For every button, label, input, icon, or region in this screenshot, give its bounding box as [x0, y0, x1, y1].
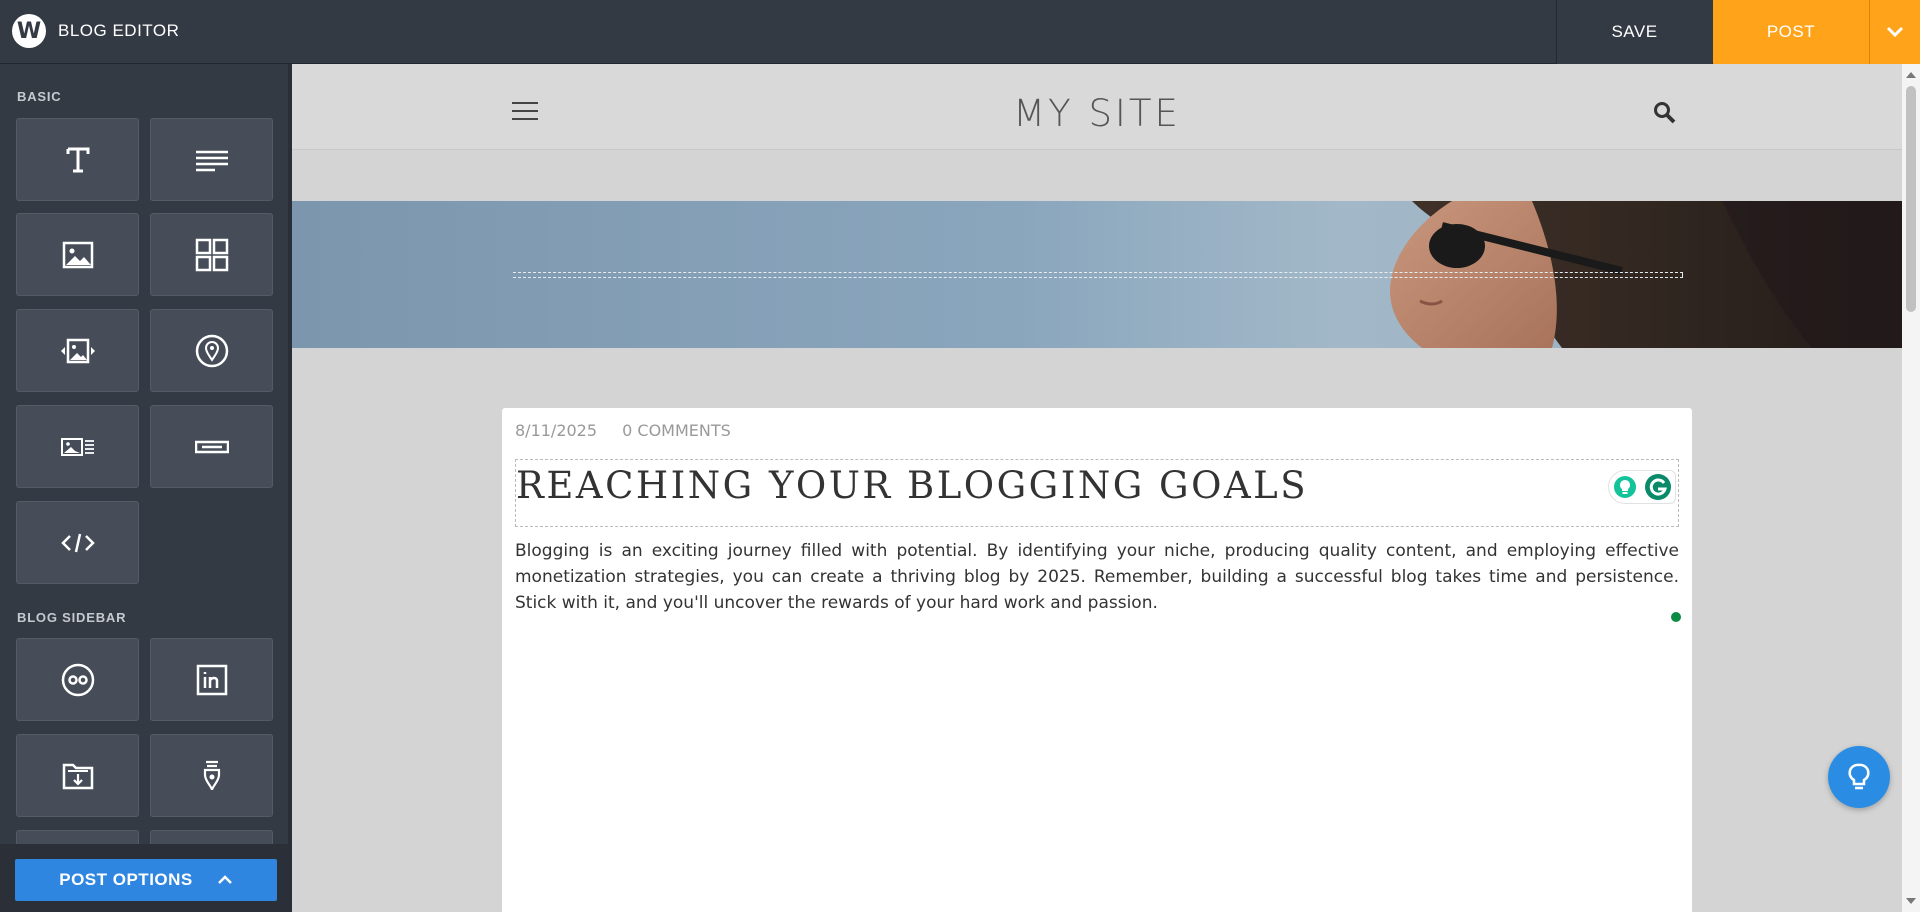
- post-title[interactable]: REACHING YOUR BLOGGING GOALS: [516, 464, 1308, 507]
- site-header: MY SITE: [292, 64, 1902, 150]
- grammarly-widget[interactable]: [1608, 470, 1676, 504]
- section-label-blog-sidebar: BLOG SIDEBAR: [17, 610, 127, 625]
- button-icon: [194, 440, 229, 453]
- image-icon: [62, 241, 93, 268]
- chevron-down-icon: [1886, 26, 1904, 38]
- element-tile-author[interactable]: [150, 734, 273, 817]
- grammarly-icon: [1644, 474, 1671, 500]
- scroll-up-arrow-icon: [1906, 72, 1916, 78]
- lightbulb-outline-icon: [1848, 763, 1870, 790]
- post-button[interactable]: POST: [1713, 0, 1869, 64]
- element-tile-paragraph[interactable]: [150, 118, 273, 201]
- element-tile-flickr[interactable]: [16, 638, 139, 721]
- element-tile-image[interactable]: [16, 213, 139, 296]
- post-comments-link[interactable]: 0 COMMENTS: [622, 421, 731, 440]
- lightbulb-icon: [1613, 476, 1636, 498]
- element-tile-title[interactable]: [16, 118, 139, 201]
- grammarly-status-dot: [1671, 612, 1681, 622]
- editor-canvas: MY SITE 8/11/2025 0 COMMENTS REACHING YO…: [292, 64, 1902, 912]
- flickr-icon: [61, 663, 94, 696]
- paragraph-icon: [195, 150, 228, 171]
- element-tile-embed-code[interactable]: [16, 501, 139, 584]
- element-tile-map[interactable]: [150, 309, 273, 392]
- post-date: 8/11/2025: [515, 421, 598, 440]
- post-options-button[interactable]: POST OPTIONS: [15, 859, 277, 901]
- element-tile-image-text[interactable]: [16, 405, 139, 488]
- section-label-basic: BASIC: [17, 89, 62, 104]
- help-tips-button[interactable]: [1828, 746, 1890, 808]
- element-tile-gallery[interactable]: [150, 213, 273, 296]
- brand: W BLOG EDITOR: [12, 14, 179, 48]
- chevron-up-icon: [217, 875, 233, 885]
- post-title-box[interactable]: REACHING YOUR BLOGGING GOALS: [515, 459, 1679, 527]
- archives-icon: [62, 763, 93, 789]
- embed-code-icon: [60, 533, 95, 552]
- map-pin-icon: [195, 334, 228, 367]
- post-body-text[interactable]: Blogging is an exciting journey filled w…: [515, 538, 1679, 616]
- linkedin-icon: [196, 664, 227, 695]
- pen-nib-icon: [203, 760, 220, 790]
- page-scrollbar[interactable]: [1902, 64, 1920, 912]
- elements-sidebar: BASIC BLOG SIDEBAR POST OPTIONS: [0, 64, 292, 912]
- scroll-down-arrow-icon: [1906, 898, 1916, 904]
- post-meta: 8/11/2025 0 COMMENTS: [515, 421, 731, 440]
- element-tile-button[interactable]: [150, 405, 273, 488]
- banner-text-placeholder[interactable]: [513, 272, 1683, 278]
- post-options-label: POST OPTIONS: [59, 870, 193, 889]
- slideshow-icon: [60, 338, 95, 363]
- gallery-icon: [195, 238, 228, 271]
- post-options-dropdown-button[interactable]: [1869, 0, 1920, 64]
- element-tile-slideshow[interactable]: [16, 309, 139, 392]
- weebly-logo-icon[interactable]: W: [12, 14, 46, 48]
- search-icon[interactable]: [1652, 100, 1678, 131]
- save-button[interactable]: SAVE: [1556, 0, 1712, 64]
- title-icon: [66, 147, 89, 172]
- element-tile-linkedin[interactable]: [150, 638, 273, 721]
- header-banner-image[interactable]: [292, 201, 1902, 348]
- blog-post-card: 8/11/2025 0 COMMENTS REACHING YOUR BLOGG…: [502, 408, 1692, 912]
- image-text-icon: [60, 437, 94, 456]
- page-scroll-thumb[interactable]: [1906, 86, 1916, 312]
- element-tile-archives[interactable]: [16, 734, 139, 817]
- editor-title: BLOG EDITOR: [58, 21, 180, 40]
